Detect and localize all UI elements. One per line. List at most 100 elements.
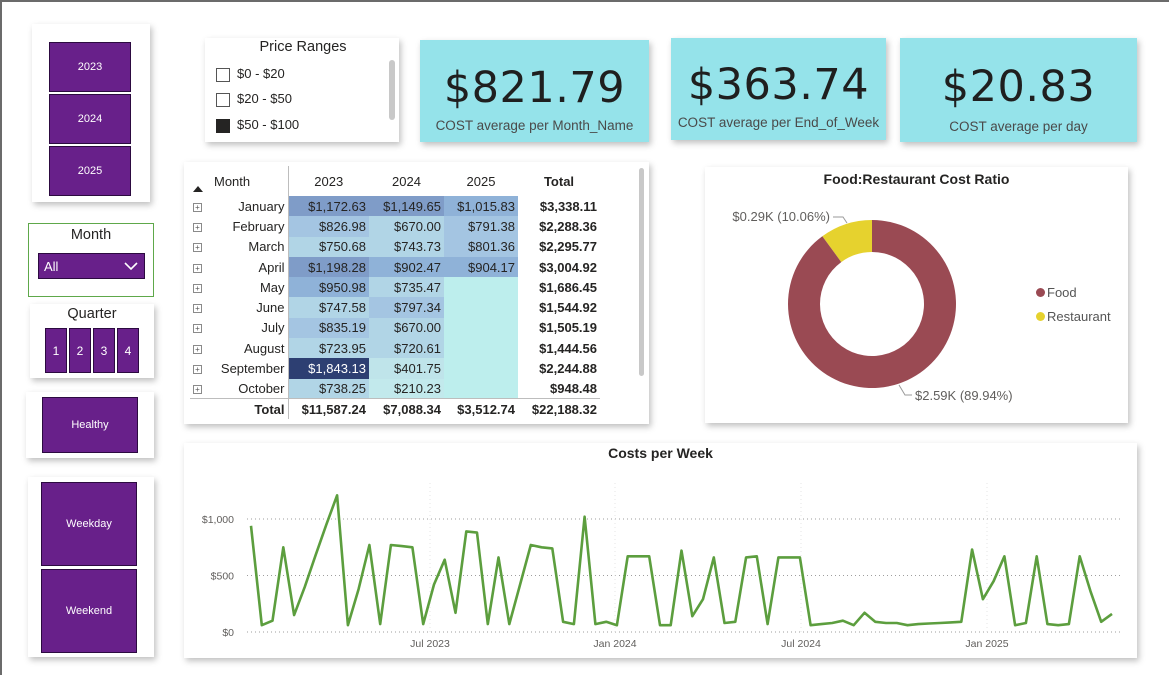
matrix-month-cell: February — [232, 218, 285, 234]
costs-series-line[interactable] — [249, 493, 1113, 627]
kpi-avg-per-day: $20.83 COST average per day — [900, 38, 1137, 142]
quarter-4-button[interactable]: 4 — [117, 328, 139, 373]
kpi-label: COST average per Month_Name — [435, 118, 634, 133]
kpi-avg-per-week: $363.74 COST average per End_of_Week — [671, 38, 886, 140]
matrix-total-cell: $3,004.92 — [539, 259, 597, 275]
expand-row-button[interactable]: + — [190, 358, 210, 378]
expand-row-button[interactable]: + — [190, 277, 210, 297]
matrix-value-cell: $791.38 — [444, 216, 518, 237]
matrix-header-2024[interactable]: 2024 — [369, 166, 444, 196]
expand-row-button[interactable]: + — [190, 196, 210, 216]
matrix-value-cell: $720.61 — [369, 338, 444, 359]
matrix-total-label: Total — [254, 401, 285, 417]
donut-leader-food — [898, 384, 912, 396]
expand-row-button[interactable]: + — [190, 338, 210, 358]
matrix-scrollbar[interactable] — [639, 168, 644, 376]
plus-icon: + — [193, 223, 202, 232]
month-dropdown[interactable]: All — [38, 253, 145, 279]
donut-leader-restaurant — [833, 216, 848, 224]
quarter-slicer-title: Quarter — [67, 306, 117, 322]
donut-label-food: $2.59K (89.94%) — [915, 388, 1013, 403]
price-range-label: $0 - $20 — [237, 66, 285, 81]
expand-row-button[interactable]: + — [190, 257, 210, 277]
year-2025-button[interactable]: 2025 — [49, 146, 131, 196]
matrix-grand-total-cell: $3,512.74 — [457, 401, 515, 417]
price-range-label: $50 - $100 — [237, 117, 300, 132]
matrix-value-cell — [444, 338, 518, 359]
legend-label: Food — [1047, 285, 1077, 300]
kpi-avg-per-month: $821.79 COST average per Month_Name — [420, 40, 649, 142]
donut-legend: Food Restaurant — [1036, 285, 1111, 324]
matrix-total-cell: $948.48 — [550, 381, 597, 397]
matrix-expand-col — [190, 399, 210, 419]
matrix-total-cell: $1,544.92 — [539, 300, 597, 316]
matrix-month-cell: September — [220, 361, 285, 377]
matrix-month-cell: May — [259, 279, 285, 295]
price-range-item-50-100[interactable]: $50 - $100 — [216, 117, 299, 133]
expand-row-button[interactable]: + — [190, 379, 210, 399]
matrix-row: + June $747.58 $797.34 $1,544.92 — [190, 297, 600, 318]
donut-slice-food[interactable] — [788, 220, 956, 388]
kpi-label: COST average per day — [949, 119, 1088, 134]
plus-icon: + — [193, 202, 202, 212]
matrix-month-cell: October — [238, 381, 285, 397]
matrix-value-cell: $1,172.63 — [287, 196, 369, 217]
matrix-header-total[interactable]: Total — [518, 166, 600, 196]
price-range-label: $20 - $50 — [237, 91, 292, 106]
weekday-button[interactable]: Weekday — [41, 482, 137, 566]
quarter-3-button[interactable]: 3 — [93, 328, 115, 373]
quarter-1-button[interactable]: 1 — [45, 328, 67, 373]
matrix-value-cell: $750.68 — [287, 236, 369, 257]
matrix-expand-col — [190, 166, 210, 196]
price-ranges-scrollbar[interactable] — [389, 60, 395, 120]
matrix-month-cell: January — [238, 198, 285, 214]
kpi-label: COST average per End_of_Week — [677, 115, 880, 130]
matrix-header-month[interactable]: Month — [210, 166, 288, 196]
x-tick-label: Jan 2025 — [965, 638, 1008, 650]
matrix-total-row: Total $11,587.24 $7,088.34 $3,512.74 $22,188… — [190, 398, 600, 420]
matrix-value-cell: $801.36 — [444, 236, 518, 257]
month-dropdown-value: All — [44, 259, 59, 274]
matrix-value-cell — [444, 317, 518, 339]
matrix-total-cell: $2,295.77 — [539, 239, 597, 255]
matrix-value-cell: $826.98 — [287, 216, 369, 237]
price-range-item-0-20[interactable]: $0 - $20 — [216, 66, 285, 82]
expand-row-button[interactable]: + — [190, 318, 210, 338]
legend-item-food[interactable]: Food — [1036, 285, 1111, 300]
matrix-value-cell: $743.73 — [369, 236, 444, 257]
matrix-total-cell: $1,505.19 — [539, 320, 597, 336]
matrix-value-cell: $747.58 — [287, 297, 369, 318]
food-restaurant-donut-card: Food:Restaurant Cost Ratio $0.29K (10.06… — [705, 167, 1128, 423]
month-slicer-title: Month — [70, 227, 112, 243]
year-2023-button[interactable]: 2023 — [49, 42, 131, 92]
year-2024-button[interactable]: 2024 — [49, 94, 131, 144]
matrix-row: + March $750.68 $743.73 $801.36 $2,295.77 — [190, 236, 600, 257]
expand-row-button[interactable]: + — [190, 216, 210, 236]
matrix-value-cell — [444, 277, 518, 298]
y-tick-label: $1,000 — [202, 514, 234, 526]
matrix-value-cell — [444, 378, 518, 399]
price-ranges-slicer: Price Ranges $0 - $20 $20 - $50 $50 - $1… — [205, 38, 399, 142]
healthy-button[interactable]: Healthy — [42, 397, 138, 453]
matrix-value-cell: $723.95 — [287, 338, 369, 359]
expand-row-button[interactable]: + — [190, 237, 210, 257]
matrix-value-cell: $670.00 — [369, 317, 444, 339]
weekend-button[interactable]: Weekend — [41, 569, 137, 653]
matrix-month-cell: August — [244, 340, 285, 356]
y-tick-label: $500 — [211, 571, 235, 583]
donut-label-restaurant: $0.29K (10.06%) — [732, 209, 830, 224]
matrix-value-cell: $902.47 — [369, 256, 444, 278]
expand-row-button[interactable]: + — [190, 297, 210, 317]
matrix-row: + February $826.98 $670.00 $791.38 $2,288.36 — [190, 216, 600, 237]
matrix-month-cell: June — [256, 300, 285, 316]
matrix-header-2023[interactable]: 2023 — [287, 166, 369, 196]
price-range-item-20-50[interactable]: $20 - $50 — [216, 91, 292, 107]
matrix-header-row: Month 2023 2024 2025 Total — [190, 166, 600, 196]
legend-item-restaurant[interactable]: Restaurant — [1036, 309, 1111, 324]
healthy-slicer: Healthy — [26, 392, 154, 458]
x-tick-label: Jul 2024 — [781, 638, 821, 650]
matrix-header-2025[interactable]: 2025 — [444, 166, 518, 196]
costs-per-week-card: Costs per Week $0 $500 $1,000 Jul 2023 Jan 2… — [184, 443, 1137, 658]
matrix-month-cell: July — [261, 320, 285, 336]
quarter-2-button[interactable]: 2 — [69, 328, 91, 373]
